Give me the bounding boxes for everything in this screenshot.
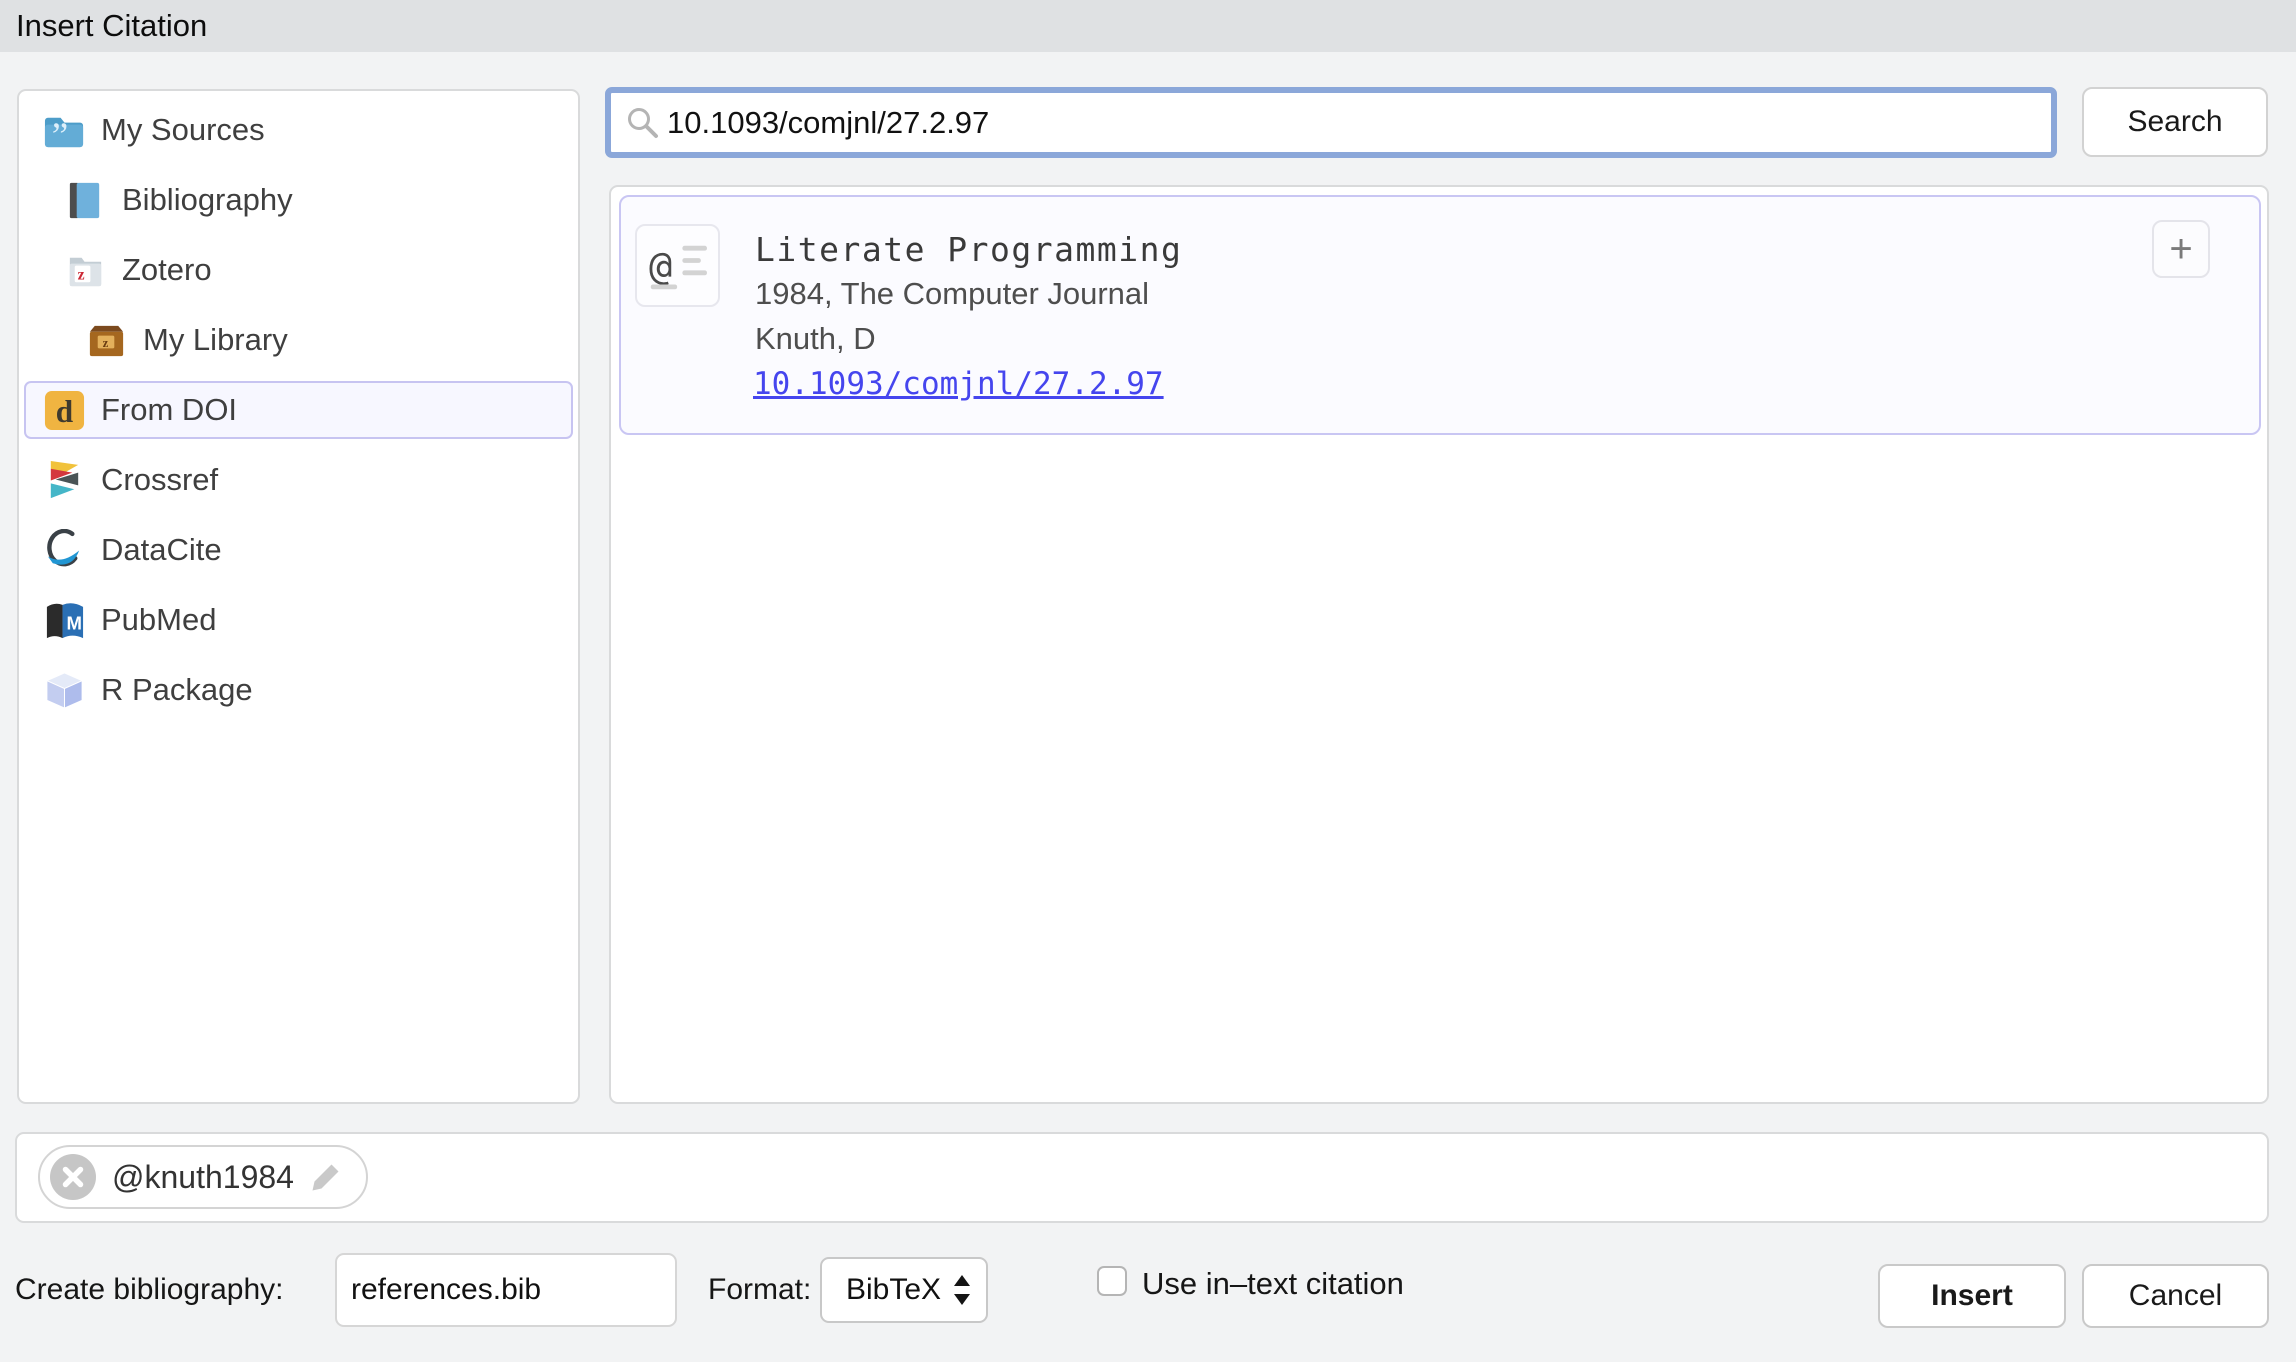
zotero-folder-icon: z bbox=[64, 249, 107, 292]
result-doi-link[interactable]: 10.1093/comjnl/27.2.97 bbox=[753, 367, 1164, 403]
sources-folder-icon: ” bbox=[43, 109, 86, 152]
svg-text:M: M bbox=[66, 612, 81, 633]
format-select-value: BibTeX bbox=[822, 1273, 950, 1307]
svg-text:d: d bbox=[56, 394, 74, 429]
sidebar-item-datacite[interactable]: DataCite bbox=[24, 521, 573, 579]
r-package-icon bbox=[43, 669, 86, 712]
svg-text:@: @ bbox=[649, 244, 672, 289]
sidebar-item-label: DataCite bbox=[101, 532, 222, 568]
select-arrows-icon bbox=[950, 1270, 974, 1310]
cancel-button[interactable]: Cancel bbox=[2082, 1264, 2269, 1328]
sidebar-item-label: Bibliography bbox=[122, 182, 293, 218]
sidebar-item-r-package[interactable]: R Package bbox=[24, 661, 573, 719]
citation-result-card[interactable]: @ Literate Programming 1984, The Compute… bbox=[619, 195, 2261, 435]
results-panel: @ Literate Programming 1984, The Compute… bbox=[609, 185, 2269, 1104]
format-label: Format: bbox=[708, 1275, 811, 1305]
use-intext-citation-label: Use in–text citation bbox=[1142, 1268, 1404, 1299]
result-title: Literate Programming bbox=[755, 233, 1182, 266]
doi-icon: d bbox=[43, 389, 86, 432]
sidebar-item-label: My Library bbox=[143, 322, 288, 358]
search-input[interactable] bbox=[611, 93, 2051, 152]
citation-tag-label: @knuth1984 bbox=[112, 1159, 294, 1196]
citation-tag[interactable]: @knuth1984 bbox=[38, 1145, 368, 1209]
book-icon bbox=[64, 179, 107, 222]
use-intext-citation-checkbox[interactable] bbox=[1097, 1266, 1127, 1296]
result-author: Knuth, D bbox=[755, 323, 876, 354]
create-bibliography-label: Create bibliography: bbox=[15, 1275, 284, 1305]
doi-search-field bbox=[605, 87, 2057, 158]
search-button-label: Search bbox=[2127, 105, 2222, 139]
sidebar-item-label: R Package bbox=[101, 672, 253, 708]
sources-sidebar: ” My Sources Bibliography z Zotero z My Librar… bbox=[17, 89, 580, 1104]
insert-button-label: Insert bbox=[1931, 1279, 2013, 1313]
sidebar-item-label: Zotero bbox=[122, 252, 212, 288]
svg-text:z: z bbox=[78, 266, 85, 283]
sidebar-item-label: From DOI bbox=[101, 392, 237, 428]
cancel-button-label: Cancel bbox=[2129, 1279, 2222, 1313]
citation-source-icon: @ bbox=[635, 224, 720, 307]
format-select[interactable]: BibTeX bbox=[820, 1257, 988, 1323]
search-button[interactable]: Search bbox=[2082, 87, 2268, 157]
sidebar-item-from-doi[interactable]: d From DOI bbox=[24, 381, 573, 439]
sidebar-item-crossref[interactable]: Crossref bbox=[24, 451, 573, 509]
remove-citation-icon[interactable] bbox=[50, 1154, 96, 1200]
edit-citation-icon[interactable] bbox=[308, 1159, 344, 1195]
sidebar-item-bibliography[interactable]: Bibliography bbox=[24, 171, 573, 229]
sidebar-item-label: My Sources bbox=[101, 112, 265, 148]
selected-citations-bar: @knuth1984 bbox=[15, 1132, 2269, 1223]
sidebar-item-pubmed[interactable]: M PubMed bbox=[24, 591, 573, 649]
pubmed-icon: M bbox=[43, 599, 86, 642]
add-citation-button[interactable]: + bbox=[2152, 220, 2210, 278]
sidebar-item-label: Crossref bbox=[101, 462, 218, 498]
dialog-title: Insert Citation bbox=[16, 8, 207, 44]
datacite-icon bbox=[43, 529, 86, 572]
plus-icon: + bbox=[2169, 229, 2192, 269]
sidebar-item-my-library[interactable]: z My Library bbox=[24, 311, 573, 369]
dialog-titlebar: Insert Citation bbox=[0, 0, 2296, 52]
sidebar-list: ” My Sources Bibliography z Zotero z My Librar… bbox=[19, 101, 578, 719]
bibliography-filename-input[interactable] bbox=[335, 1253, 677, 1327]
library-box-icon: z bbox=[85, 319, 128, 362]
svg-text:”: ” bbox=[52, 116, 68, 152]
result-year-journal: 1984, The Computer Journal bbox=[755, 278, 1149, 309]
sidebar-item-zotero[interactable]: z Zotero bbox=[24, 241, 573, 299]
svg-text:z: z bbox=[103, 335, 109, 349]
crossref-icon bbox=[43, 459, 86, 502]
sidebar-item-label: PubMed bbox=[101, 602, 216, 638]
insert-button[interactable]: Insert bbox=[1878, 1264, 2066, 1328]
sidebar-item-my-sources[interactable]: ” My Sources bbox=[24, 101, 573, 159]
